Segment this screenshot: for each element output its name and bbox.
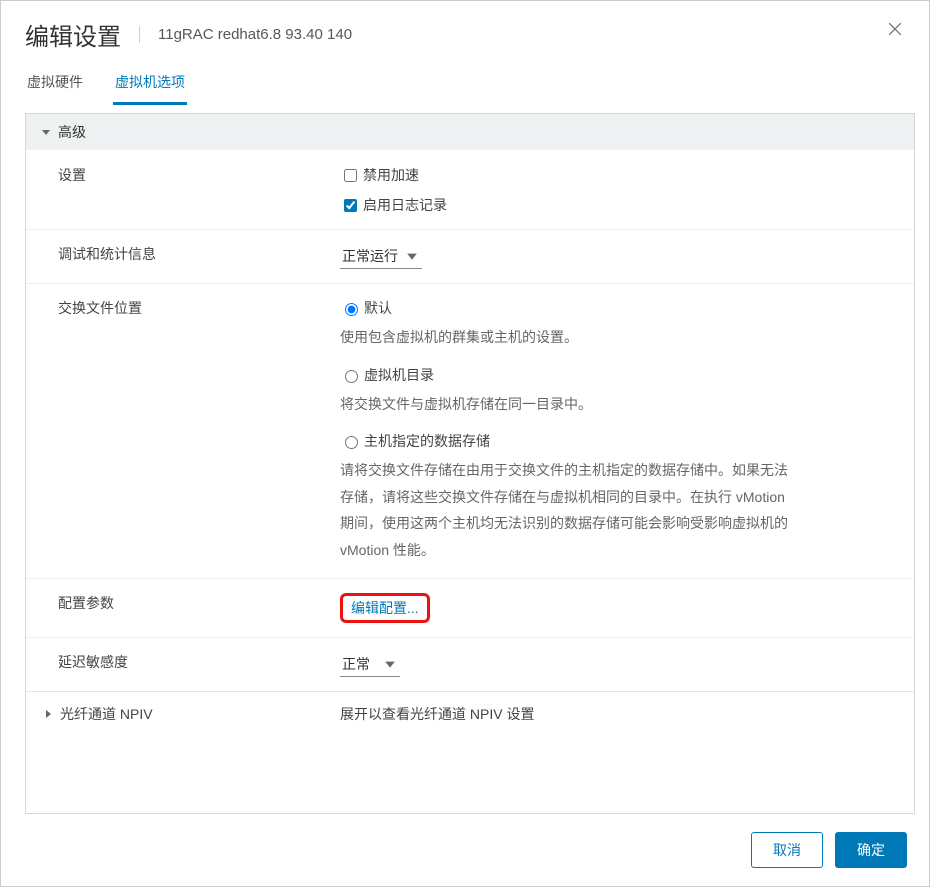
chevron-down-icon [406, 250, 418, 262]
radio-label-swap-vm-dir: 虚拟机目录 [364, 365, 434, 385]
label-enable-logging: 启用日志记录 [363, 195, 447, 215]
section-title-npiv: 光纤通道 NPIV [60, 704, 153, 724]
radio-label-swap-default: 默认 [364, 298, 392, 318]
label-debug-stats: 调试和统计信息 [40, 244, 340, 269]
section-header-npiv[interactable]: 光纤通道 NPIV 展开以查看光纤通道 NPIV 设置 [26, 691, 914, 736]
radio-swap-host-datastore[interactable] [345, 436, 358, 449]
select-latency-value: 正常 [342, 654, 376, 674]
tab-vm-options[interactable]: 虚拟机选项 [113, 64, 187, 105]
section-title-advanced: 高级 [58, 122, 86, 142]
radio-swap-default[interactable] [345, 303, 358, 316]
label-latency: 延迟敏感度 [40, 652, 340, 677]
checkbox-enable-logging[interactable] [344, 199, 357, 212]
section-summary-npiv: 展开以查看光纤通道 NPIV 设置 [340, 704, 534, 724]
dialog-footer: 取消 确定 [1, 814, 929, 886]
dialog-subtitle: 11gRAC redhat6.8 93.40 140 [139, 26, 352, 43]
highlight-edit-config: 编辑配置... [340, 593, 430, 623]
options-scroll[interactable]: 高级 设置 禁用加速 启用日志记录 [26, 114, 914, 813]
label-swap-location: 交换文件位置 [40, 298, 340, 564]
row-latency: 延迟敏感度 正常 [26, 637, 914, 691]
desc-swap-vm-dir: 将交换文件与虚拟机存储在同一目录中。 [340, 391, 800, 418]
radio-label-swap-host-datastore: 主机指定的数据存储 [364, 431, 490, 451]
row-config-params: 配置参数 编辑配置... [26, 578, 914, 637]
ok-button[interactable]: 确定 [835, 832, 907, 868]
edit-settings-dialog: 编辑设置 11gRAC redhat6.8 93.40 140 虚拟硬件 虚拟机… [0, 0, 930, 887]
tabs: 虚拟硬件 虚拟机选项 [1, 64, 929, 105]
options-panel: 高级 设置 禁用加速 启用日志记录 [25, 113, 915, 814]
tab-virtual-hardware[interactable]: 虚拟硬件 [25, 64, 85, 105]
chevron-down-icon [40, 126, 52, 138]
close-icon[interactable] [885, 19, 905, 39]
panel-wrap: 高级 设置 禁用加速 启用日志记录 [1, 105, 929, 814]
select-latency[interactable]: 正常 [340, 652, 400, 677]
row-settings: 设置 禁用加速 启用日志记录 [26, 150, 914, 229]
checkbox-disable-accel[interactable] [344, 169, 357, 182]
desc-swap-host-datastore: 请将交换文件存储在由用于交换文件的主机指定的数据存储中。如果无法存储，请将这些交… [340, 457, 800, 563]
row-debug-stats: 调试和统计信息 正常运行 [26, 229, 914, 283]
cancel-button[interactable]: 取消 [751, 832, 823, 868]
row-swap-location: 交换文件位置 默认 使用包含虚拟机的群集或主机的设置。 [26, 283, 914, 578]
select-debug-stats-value: 正常运行 [342, 246, 398, 266]
label-settings: 设置 [40, 165, 340, 215]
desc-swap-default: 使用包含虚拟机的群集或主机的设置。 [340, 324, 800, 351]
label-config-params: 配置参数 [40, 593, 340, 623]
label-disable-accel: 禁用加速 [363, 165, 419, 185]
chevron-down-icon [384, 658, 396, 670]
chevron-right-icon [42, 708, 54, 720]
select-debug-stats[interactable]: 正常运行 [340, 244, 422, 269]
radio-swap-vm-dir[interactable] [345, 370, 358, 383]
dialog-title: 编辑设置 [25, 17, 139, 52]
dialog-header: 编辑设置 11gRAC redhat6.8 93.40 140 [1, 1, 929, 64]
section-header-advanced[interactable]: 高级 [26, 114, 914, 150]
link-edit-config[interactable]: 编辑配置... [351, 600, 419, 616]
